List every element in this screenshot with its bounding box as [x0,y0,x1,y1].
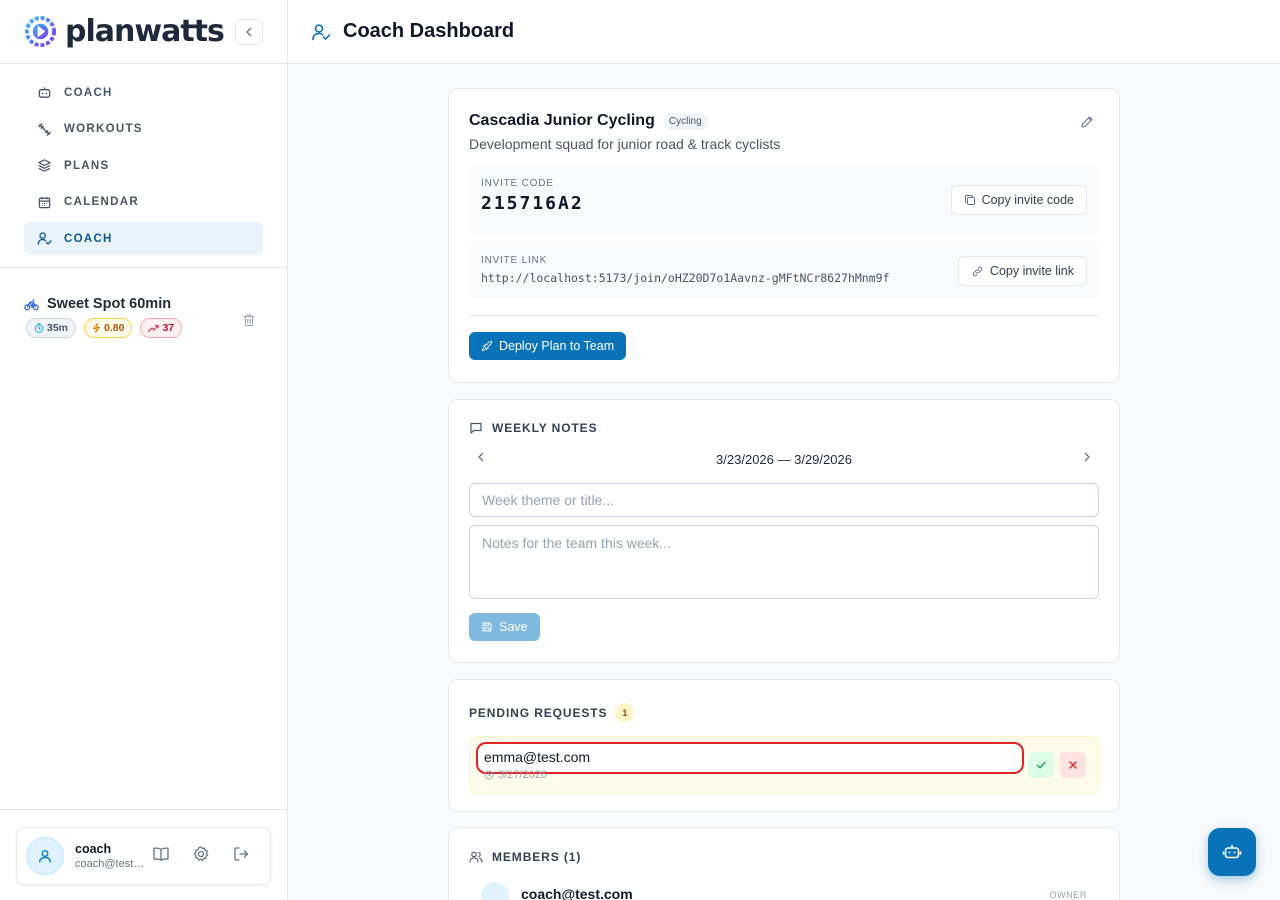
gear-icon[interactable] [192,845,210,868]
save-button[interactable]: Save [469,613,540,641]
approve-button[interactable] [1028,752,1054,778]
user-check-icon [36,231,52,247]
intensity-badge: 0.80 [84,318,133,338]
workout-name: Sweet Spot 60min [47,296,172,312]
user-icon [39,850,51,863]
check-icon [1036,761,1046,769]
member-email: coach@test.com [521,886,633,900]
user-email: coach@test.com [75,858,145,870]
user-name: coach [75,842,112,856]
workout-title: Sweet Spot 60min [24,296,264,312]
user-check-icon [312,23,331,40]
request-email[interactable]: emma@test.com [476,742,1024,774]
sidebar-item-plans[interactable]: PLANS [24,149,263,182]
copy-invite-code-button[interactable]: Copy invite code [950,185,1087,215]
chevron-right-icon[interactable] [1081,450,1093,468]
rocket-icon [481,340,493,352]
team-name: Cascadia Junior Cycling [469,112,655,129]
trash-icon[interactable] [242,313,256,332]
robot-icon [1222,844,1242,859]
user-card: coach coach@test.com [16,827,271,885]
message-square-icon [470,422,482,434]
user-actions [152,845,250,868]
team-header: Cascadia Junior Cycling Cycling [469,112,1099,130]
sidebar-nav: COACH WORKOUTS PLANS CALENDAR COACH [0,64,287,268]
logo-icon [24,15,57,48]
clock-icon [484,770,494,780]
sidebar-item-coach[interactable]: COACH [24,222,263,255]
sidebar-item-label: WORKOUTS [64,123,143,135]
pending-requests-heading: PENDING REQUESTS 1 [469,703,1099,722]
workout-item[interactable]: Sweet Spot 60min 35m 0.80 37 [24,296,264,344]
weekly-notes-card: WEEKLY NOTES 3/23/2026 — 3/29/2026 Week … [448,399,1120,663]
link-icon [972,266,983,276]
reject-button[interactable] [1060,752,1086,778]
tss-badge: 37 [140,318,183,338]
copy-invite-link-button[interactable]: Copy invite link [957,256,1087,286]
user-info: coach coach@test.com [75,842,145,870]
sidebar-item-coach-ai[interactable]: COACH [24,76,263,109]
brand: planwatts [0,0,287,64]
pending-requests-card: PENDING REQUESTS 1 emma@test.com 3/27/20… [448,679,1120,812]
week-theme-input[interactable]: Week theme or title... [469,483,1099,517]
user-area: coach coach@test.com [0,809,287,900]
invite-code-box: INVITE CODE 215716A2 Copy invite code [469,166,1099,234]
weekly-notes-heading: WEEKLY NOTES [469,421,1099,435]
chevron-left-icon [246,27,252,37]
sidebar: planwatts COACH WORKOUTS PLANS CALENDAR … [0,0,288,900]
sidebar-item-label: COACH [64,86,113,99]
divider [469,315,1099,316]
members-card: MEMBERS (1) coach@test.com OWNER [448,827,1120,900]
top-bar: Coach Dashboard [288,0,1280,64]
collapse-sidebar-button[interactable] [235,19,263,45]
team-card: Cascadia Junior Cycling Cycling Developm… [448,88,1120,383]
sidebar-item-label: CALENDAR [64,196,139,208]
members-heading: MEMBERS (1) [469,850,1099,864]
duration-badge: 35m [26,318,77,338]
request-date: 3/27/2026 [484,769,547,781]
robot-icon [36,85,52,101]
week-range: 3/23/2026 — 3/29/2026 [716,451,852,467]
chevron-left-icon[interactable] [475,450,487,468]
trending-up-icon [148,324,159,332]
invite-link-box: INVITE LINK http://localhost:5173/join/o… [469,242,1099,299]
dumbbell-icon [36,121,52,137]
page-title: Coach Dashboard [343,20,515,42]
layers-icon [36,158,52,174]
avatar[interactable] [26,837,64,875]
logout-icon[interactable] [232,845,250,868]
sidebar-item-workouts[interactable]: WORKOUTS [24,113,263,146]
ai-assistant-button[interactable] [1208,828,1256,876]
close-icon [1069,761,1077,769]
role-tag: OWNER [1049,890,1087,900]
team-description: Development squad for junior road & trac… [469,136,781,152]
sidebar-item-label: PLANS [64,159,110,172]
timer-icon [34,323,44,333]
users-icon [469,851,483,863]
book-icon[interactable] [152,845,170,868]
zap-icon [93,323,100,333]
sidebar-item-label: COACH [64,232,113,245]
edit-icon[interactable] [1080,115,1094,134]
member-row: coach@test.com OWNER [469,878,1099,900]
copy-icon [964,195,975,205]
request-row: emma@test.com 3/27/2026 [469,736,1099,794]
brand-name: planwatts [65,14,225,49]
week-navigator: 3/23/2026 — 3/29/2026 [469,451,1099,467]
sport-tag: Cycling [662,112,708,130]
bike-icon [24,299,39,310]
calendar-icon [36,194,52,210]
save-icon [482,622,492,632]
deploy-plan-button[interactable]: Deploy Plan to Team [469,332,627,360]
sidebar-item-calendar[interactable]: CALENDAR [24,186,263,219]
week-notes-textarea[interactable]: Notes for the team this week... [469,525,1099,599]
count-badge: 1 [615,703,635,722]
avatar [481,882,509,900]
workout-badges: 35m 0.80 37 [26,318,264,338]
